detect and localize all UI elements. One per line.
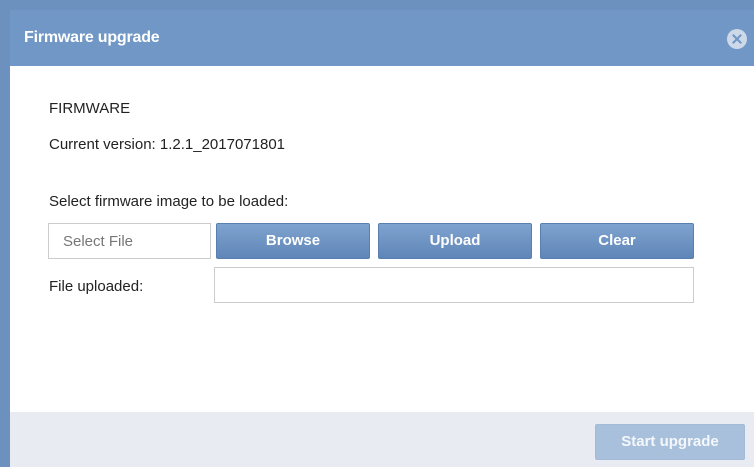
dialog-titlebar: Firmware upgrade <box>10 10 754 66</box>
close-icon[interactable] <box>727 29 747 49</box>
select-image-label: Select firmware image to be loaded: <box>49 193 289 210</box>
file-uploaded-label: File uploaded: <box>49 278 144 295</box>
upload-button[interactable]: Upload <box>378 223 532 259</box>
clear-button[interactable]: Clear <box>540 223 694 259</box>
dialog-footer: Start upgrade <box>10 412 754 467</box>
start-upgrade-button[interactable]: Start upgrade <box>595 424 745 460</box>
window-frame: Firmware upgrade FIRMWARE Current versio… <box>0 0 754 467</box>
current-version-text: Current version: 1.2.1_2017071801 <box>49 136 286 153</box>
browse-button[interactable]: Browse <box>216 223 370 259</box>
firmware-section-title: FIRMWARE <box>49 100 131 117</box>
select-file-input[interactable]: Select File <box>48 223 211 259</box>
dialog-title: Firmware upgrade <box>24 29 160 46</box>
file-uploaded-field <box>214 267 694 303</box>
firmware-upgrade-dialog: Firmware upgrade FIRMWARE Current versio… <box>10 10 754 467</box>
